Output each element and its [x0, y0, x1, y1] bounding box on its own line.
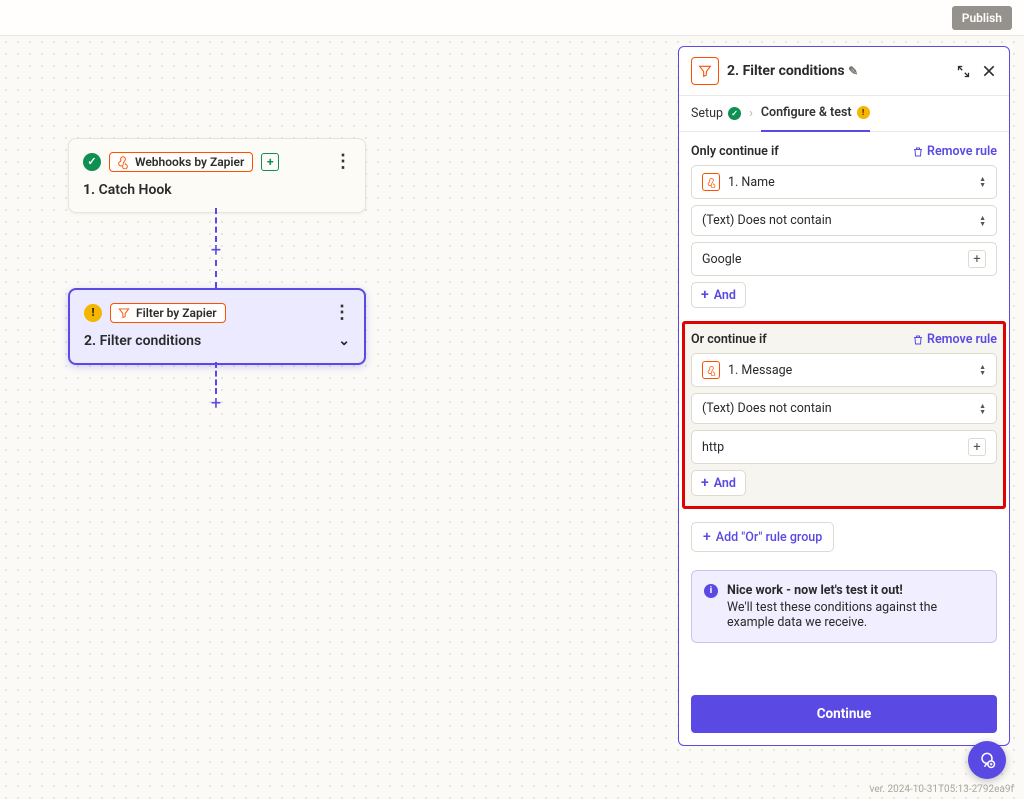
connector-line	[215, 208, 217, 242]
value-input[interactable]: Google +	[691, 242, 997, 276]
webhooks-icon	[116, 155, 130, 169]
panel-header: 2. Filter conditions ✎	[679, 47, 1009, 96]
edit-icon[interactable]: ✎	[848, 64, 858, 78]
banner-body: We'll test these conditions against the …	[727, 600, 984, 630]
chat-icon	[977, 750, 997, 770]
add-app-icon[interactable]: +	[261, 153, 279, 171]
chevron-down-icon[interactable]: ⌄	[338, 333, 350, 349]
version-text: ver. 2024-10-31T05:13-2792ea9f	[870, 784, 1014, 795]
add-and-button[interactable]: +And	[691, 282, 746, 308]
webhooks-icon	[702, 361, 720, 379]
condition-label: (Text) Does not contain	[702, 401, 832, 416]
step-num: 2.	[84, 333, 96, 349]
rule-group-label: Only continue if	[691, 144, 779, 159]
webhooks-icon	[702, 173, 720, 191]
banner-title: Nice work - now let's test it out!	[727, 583, 984, 598]
panel-body: Only continue if Remove rule 1. Name ▲▼ …	[679, 132, 1009, 683]
status-warn-icon: !	[857, 106, 870, 119]
field-label: 1. Name	[728, 175, 775, 190]
trash-icon	[912, 334, 924, 346]
crumb-setup[interactable]: Setup ✓	[691, 97, 741, 131]
crumb-configure[interactable]: Configure & test !	[761, 96, 870, 132]
expand-icon[interactable]	[956, 64, 971, 79]
connector-line	[215, 260, 217, 288]
filter-icon	[697, 63, 713, 79]
value-text: http	[702, 440, 724, 455]
close-icon[interactable]	[981, 63, 997, 79]
step-menu-button[interactable]: ⋮	[333, 302, 350, 323]
condition-label: (Text) Does not contain	[702, 213, 832, 228]
panel-title: 2. Filter conditions ✎	[727, 63, 948, 79]
info-banner: i Nice work - now let's test it out! We'…	[691, 570, 997, 643]
trash-icon	[912, 146, 924, 158]
filter-icon	[117, 306, 131, 320]
sort-icon: ▲▼	[979, 364, 986, 376]
connector-line	[215, 362, 217, 394]
add-or-group-button[interactable]: +Add "Or" rule group	[691, 522, 834, 552]
field-select[interactable]: 1. Name ▲▼	[691, 165, 997, 199]
rule-group-only: Only continue if Remove rule 1. Name ▲▼ …	[691, 144, 997, 322]
app-label: Filter by Zapier	[136, 306, 217, 320]
step-num: 1.	[83, 182, 95, 198]
status-ok-icon: ✓	[728, 107, 741, 120]
step-title-text: Filter conditions	[100, 333, 202, 349]
breadcrumb: Setup ✓ › Configure & test !	[679, 96, 1009, 132]
step-title-text: Catch Hook	[99, 182, 172, 198]
sort-icon: ▲▼	[979, 215, 986, 227]
field-select[interactable]: 1. Message ▲▼	[691, 353, 997, 387]
filter-icon-box	[691, 57, 719, 85]
app-label: Webhooks by Zapier	[135, 155, 244, 169]
status-ok-icon: ✓	[83, 153, 101, 171]
app-pill-webhooks[interactable]: Webhooks by Zapier	[109, 152, 253, 172]
chevron-right-icon: ›	[749, 106, 753, 121]
insert-data-button[interactable]: +	[968, 250, 986, 268]
condition-select[interactable]: (Text) Does not contain ▲▼	[691, 393, 997, 424]
condition-select[interactable]: (Text) Does not contain ▲▼	[691, 205, 997, 236]
sort-icon: ▲▼	[979, 176, 986, 188]
publish-button[interactable]: Publish	[952, 6, 1012, 30]
add-step-button[interactable]: +	[207, 241, 225, 259]
field-label: 1. Message	[728, 363, 792, 378]
info-icon: i	[704, 584, 718, 598]
add-step-button[interactable]: +	[207, 394, 225, 412]
step-card-2[interactable]: ! Filter by Zapier ⋮ 2. Filter condition…	[68, 288, 366, 365]
value-input[interactable]: http +	[691, 430, 997, 464]
step-card-1[interactable]: ✓ Webhooks by Zapier + ⋮ 1. Catch Hook	[68, 138, 366, 213]
value-text: Google	[702, 252, 741, 267]
help-fab[interactable]	[968, 741, 1006, 779]
status-warn-icon: !	[84, 304, 102, 322]
app-pill-filter[interactable]: Filter by Zapier	[110, 303, 226, 323]
config-panel: 2. Filter conditions ✎ Setup ✓ › Configu…	[678, 46, 1010, 746]
canvas: ✓ Webhooks by Zapier + ⋮ 1. Catch Hook +…	[0, 36, 1024, 799]
insert-data-button[interactable]: +	[968, 438, 986, 456]
remove-rule-button[interactable]: Remove rule	[912, 144, 997, 159]
top-bar: Publish	[0, 0, 1024, 36]
remove-rule-button[interactable]: Remove rule	[912, 332, 997, 347]
step-menu-button[interactable]: ⋮	[334, 151, 351, 172]
add-and-button[interactable]: +And	[691, 470, 746, 496]
rule-group-label: Or continue if	[691, 332, 767, 347]
rule-group-or: Or continue if Remove rule 1. Message ▲▼…	[683, 322, 1005, 508]
continue-button[interactable]: Continue	[691, 695, 997, 733]
sort-icon: ▲▼	[979, 403, 986, 415]
